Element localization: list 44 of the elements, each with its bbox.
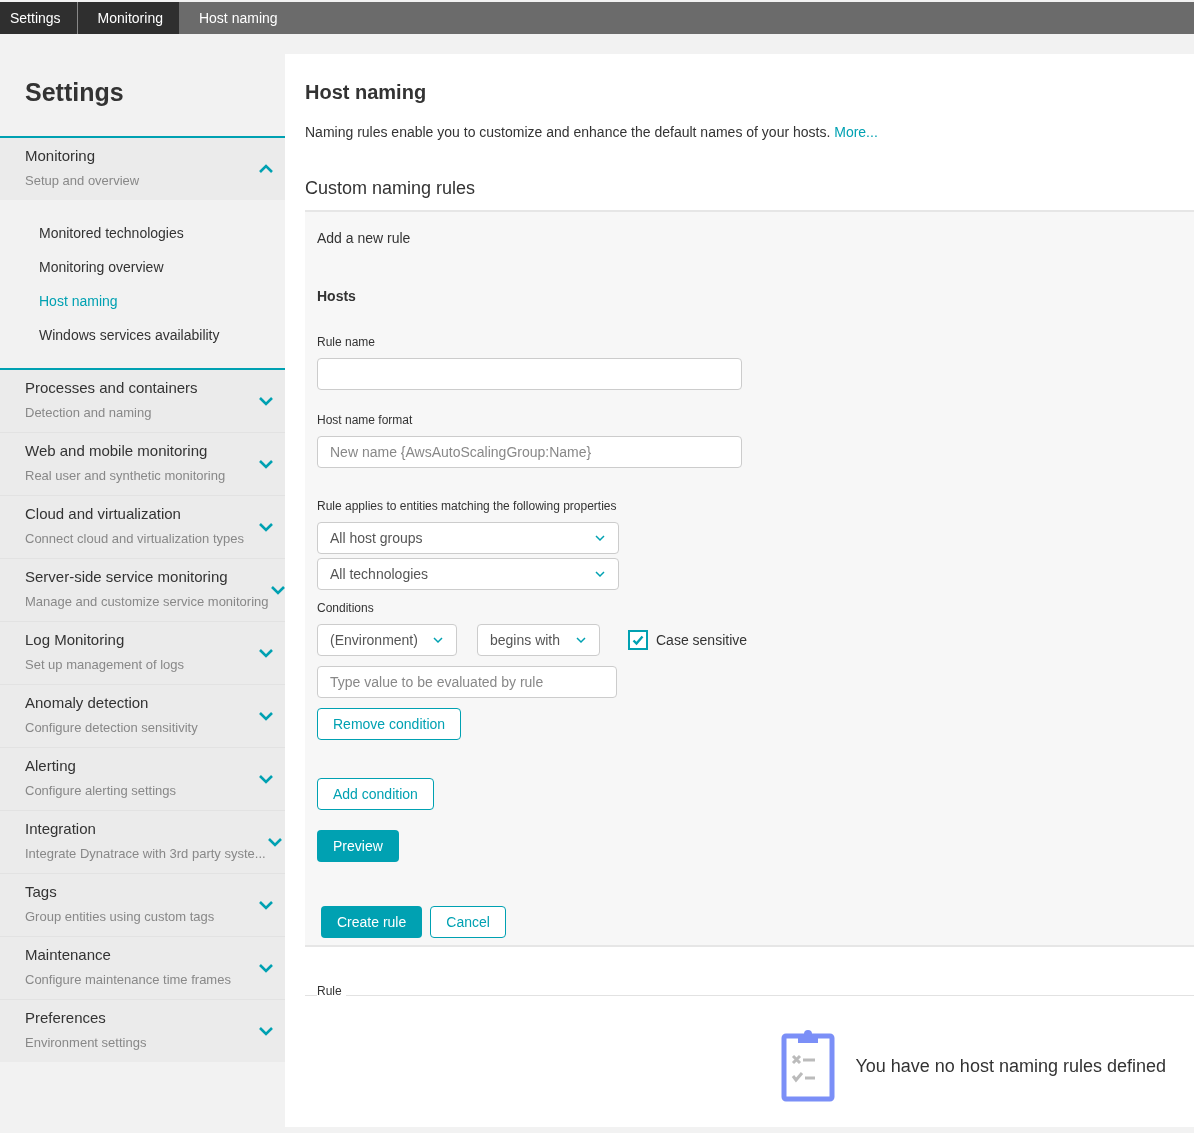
chevron-down-icon — [575, 634, 587, 646]
page-description: Naming rules enable you to customize and enhance the default names of your hosts. More... — [305, 123, 879, 142]
sidebar-section[interactable]: Cloud and virtualization Connect cloud and virtualization types — [0, 495, 285, 558]
breadcrumb[interactable]: Settings — [0, 2, 77, 34]
sidebar-section[interactable]: Alerting Configure alerting settings — [0, 747, 285, 810]
sidebar-link[interactable]: Monitored technologies — [0, 215, 285, 250]
breadcrumb[interactable]: Monitoring — [76, 2, 179, 34]
sidebar-section[interactable]: Server-side service monitoring Manage and customize service monitoring — [0, 558, 285, 621]
form-subheading: Hosts — [317, 287, 357, 306]
sidebar-section[interactable]: Log Monitoring Set up management of logs — [0, 621, 285, 684]
field-label: Host name format — [317, 412, 414, 428]
sidebar-section[interactable]: Monitoring Setup and overview — [0, 137, 285, 200]
dropdown[interactable]: All host groups — [317, 522, 619, 554]
chevron-down-icon — [594, 532, 606, 544]
input-field[interactable]: Type value to be evaluated by rule — [317, 666, 617, 698]
sidebar-section[interactable]: Processes and containers Detection and naming — [0, 369, 285, 432]
input-field[interactable] — [317, 358, 742, 390]
sidebar-section[interactable]: Anomaly detection Configure detection sensitivity — [0, 684, 285, 747]
dropdown[interactable]: (Environment) — [317, 624, 457, 656]
form-heading: Add a new rule — [317, 229, 412, 248]
checkmark-icon — [632, 634, 644, 646]
chevron-down-icon — [594, 568, 606, 580]
column-header: Rule — [317, 983, 346, 999]
dropdown[interactable]: All technologies — [317, 558, 619, 590]
empty-state-message: You have no host naming rules defined — [855, 1055, 1166, 1078]
checkbox-label: Case sensitive — [656, 631, 748, 650]
chevron-down-icon — [432, 634, 444, 646]
field-label: Rule applies to entities matching the following properties — [317, 498, 618, 514]
dropdown[interactable]: begins with — [477, 624, 600, 656]
sidebar-section[interactable]: Tags Group entities using custom tags — [0, 873, 285, 936]
clipboard-checklist-icon — [781, 1030, 836, 1102]
checkbox[interactable] — [628, 630, 648, 650]
sidebar-title: Settings — [24, 77, 125, 108]
sidebar-link[interactable]: Monitoring overview — [0, 249, 285, 284]
sidebar-section[interactable]: Preferences Environment settings — [0, 999, 285, 1062]
page-title: Host naming — [305, 80, 428, 105]
input-field[interactable]: New name {AwsAutoScalingGroup:Name} — [317, 436, 742, 468]
sidebar-section[interactable]: Maintenance Configure maintenance time frames — [0, 936, 285, 999]
sidebar-link[interactable]: Windows services availability — [0, 317, 285, 352]
sidebar-section[interactable]: Integration Integrate Dynatrace with 3rd party syste... — [0, 810, 285, 873]
field-label: Rule name — [317, 334, 377, 350]
field-label: Conditions — [317, 600, 375, 616]
section-title: Custom naming rules — [305, 177, 477, 200]
sidebar-section[interactable]: Web and mobile monitoring Real user and synthetic monitoring — [0, 432, 285, 495]
